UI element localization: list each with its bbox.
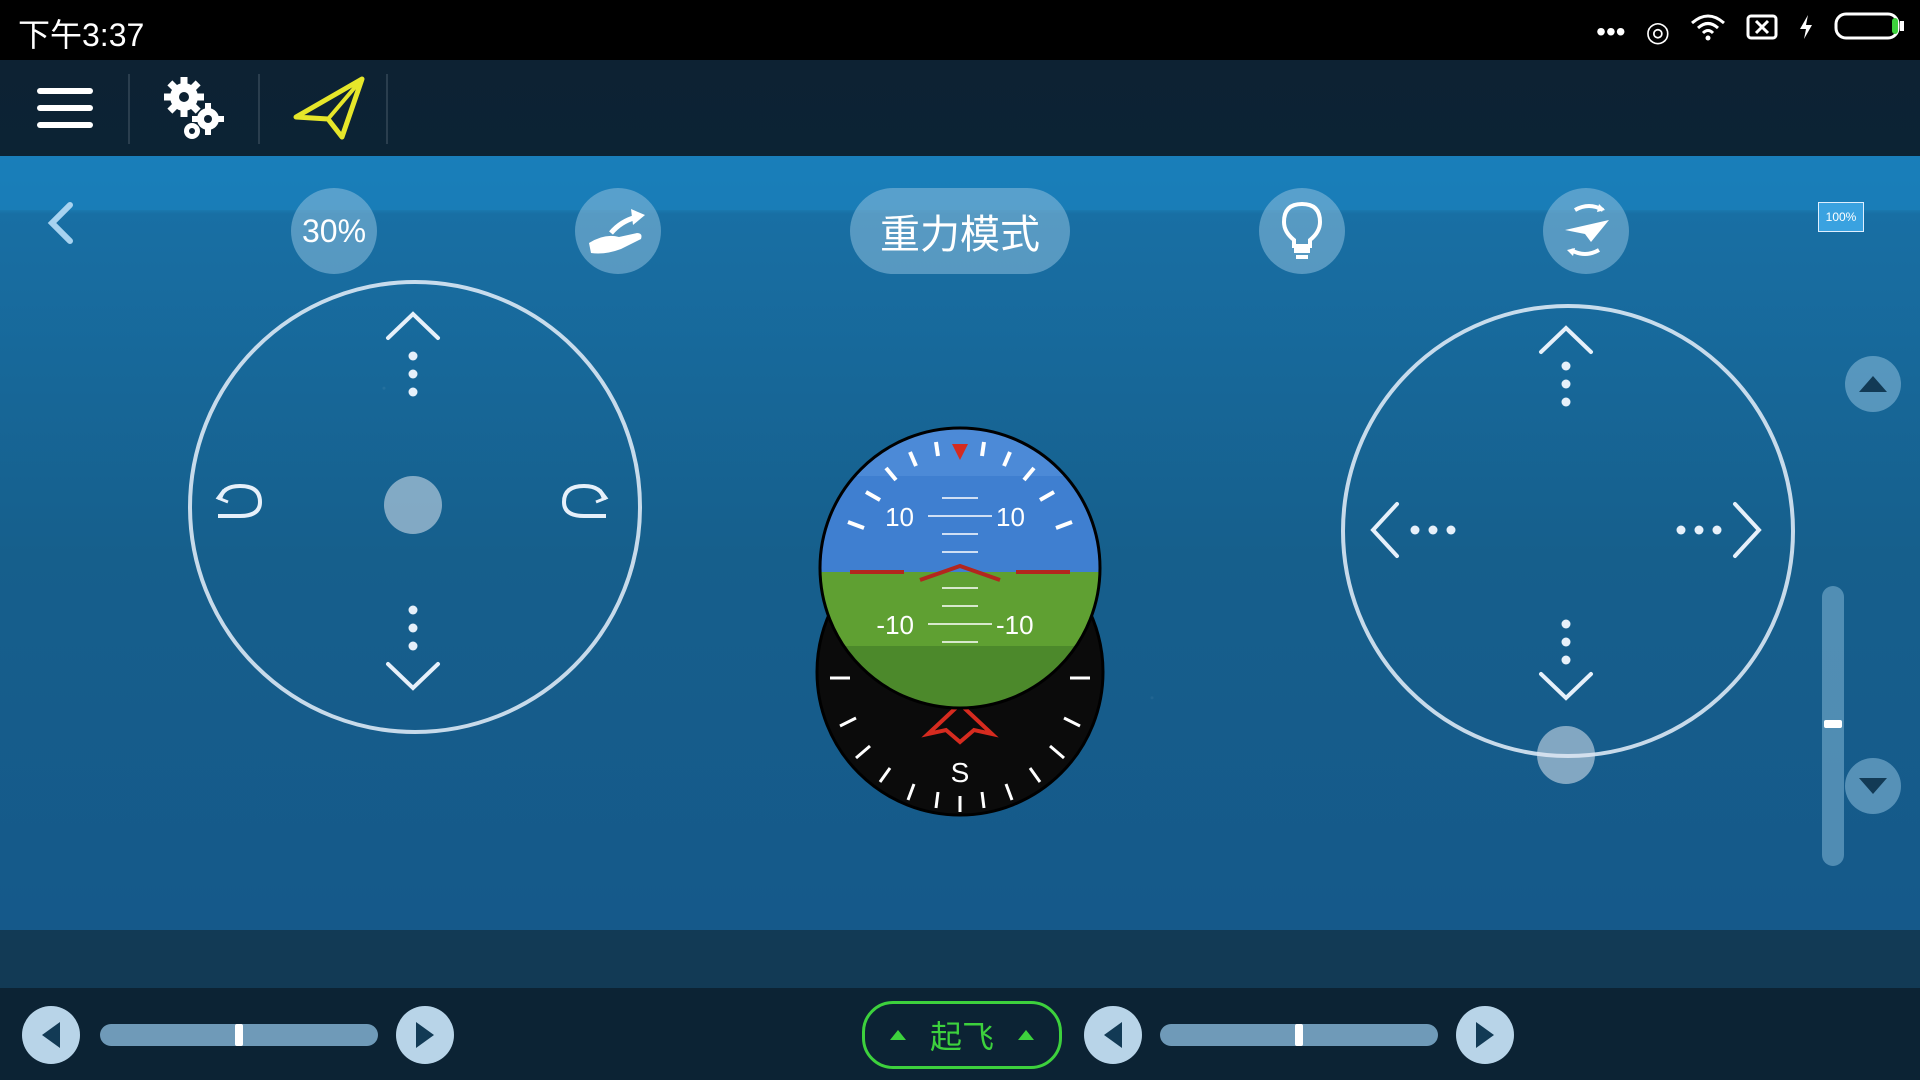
settings-icon [164,77,224,139]
status-time: 下午3:37 [18,17,145,53]
gravity-mode-label: 重力模式 [880,213,1040,257]
gravity-mode-button[interactable]: 重力模式 [850,188,1070,274]
toolbar-divider [128,74,130,144]
toolbar-divider [386,74,388,144]
menu-icon [37,88,93,128]
light-button[interactable] [1259,188,1345,274]
pitch-label-down-left: -10 [876,610,914,640]
settings-button[interactable] [150,60,240,156]
paper-plane-icon [293,76,365,140]
triangle-up-icon [1018,1030,1034,1040]
trim-slider-thumb[interactable] [1824,720,1842,728]
status-bar: 下午3:37 ••• ◎ [0,0,1920,60]
triangle-right-icon [416,1022,434,1048]
toolbar-divider [258,74,260,144]
triangle-right-icon [1476,1022,1494,1048]
more-dots-icon: ••• [1596,15,1626,47]
left-trim-right-button[interactable] [396,1006,454,1064]
menu-button[interactable] [30,60,100,156]
drone-battery: 100% [1818,202,1864,232]
triangle-up-icon [1859,376,1887,392]
hand-launch-icon [589,209,645,254]
wifi-icon [1690,12,1726,52]
right-trim-slider-thumb[interactable] [1295,1024,1303,1046]
back-button[interactable] [44,196,76,258]
plane-flip-icon [1565,204,1609,256]
triangle-left-icon [42,1022,60,1048]
hand-launch-button[interactable] [575,188,661,274]
flight-mode-button[interactable] [280,60,380,156]
hotspot-icon: ◎ [1645,15,1670,47]
pitch-label-up-left: 10 [885,502,914,532]
lightbulb-icon [1281,201,1323,259]
takeoff-button[interactable]: 起飞 [862,1001,1062,1069]
left-trim-slider-thumb[interactable] [235,1024,243,1046]
attitude-indicator: S 10 10 -10 -10 [815,426,1105,817]
speed-button[interactable]: 30% [291,188,377,274]
battery-status-icon [1834,10,1906,53]
pitch-label-down-right: -10 [996,610,1034,640]
bottom-strip [0,930,1920,988]
sim-missing-icon [1746,12,1778,52]
speed-label: 30% [301,212,367,249]
heading-label: S [951,757,970,788]
chevron-left-icon [47,202,73,244]
trim-down-button[interactable] [1845,758,1901,814]
takeoff-label: 起飞 [929,1019,994,1055]
flip-button[interactable] [1543,188,1629,274]
drone-battery-label: 100% [1825,210,1857,224]
left-trim-left-button[interactable] [22,1006,80,1064]
triangle-up-icon [889,1030,906,1040]
pitch-label-up-right: 10 [996,502,1025,532]
control-area: 30% 重力模式 100% S 10 10 -10 -10 [0,156,1920,930]
right-trim-right-button[interactable] [1456,1006,1514,1064]
left-joystick-knob[interactable] [384,476,442,534]
right-trim-left-button[interactable] [1084,1006,1142,1064]
triangle-down-icon [1859,778,1887,794]
right-joystick-knob[interactable] [1537,726,1595,784]
right-joystick-guides [1370,325,1762,701]
triangle-left-icon [1104,1022,1122,1048]
status-icons: ••• ◎ [1596,10,1906,53]
trim-up-button[interactable] [1845,356,1901,412]
charging-icon [1798,12,1814,52]
app-toolbar [0,60,1920,156]
